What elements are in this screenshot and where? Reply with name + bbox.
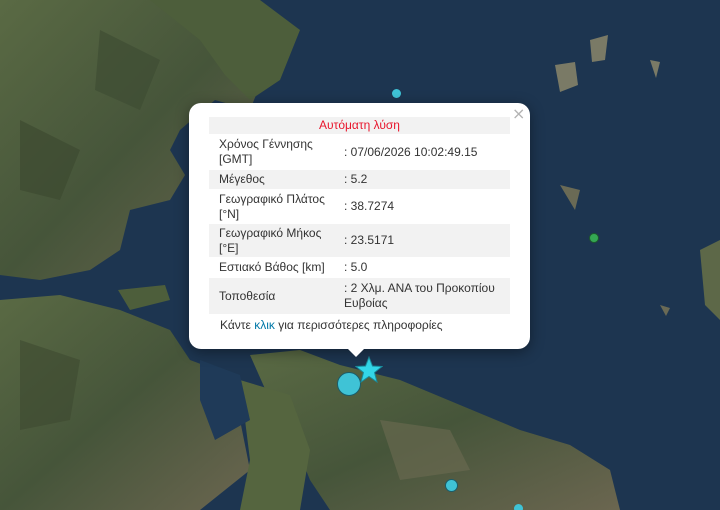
marker-north[interactable] xyxy=(392,89,401,98)
row-depth: Εστιακό Βάθος [km] : 5.0 xyxy=(209,257,510,278)
more-info-link[interactable]: κλικ xyxy=(254,318,275,332)
row-label: Χρόνος Γέννησης [GMT] xyxy=(219,137,313,166)
row-label: Μέγεθος xyxy=(219,172,265,186)
more-info-text: Κάντε κλικ για περισσότερες πληροφορίες xyxy=(220,318,443,332)
row-label: Γεωγραφικό Μήκος [°E] xyxy=(219,225,322,255)
row-value: : 2 Χλμ. ΑΝΑ του Προκοπίου Ευβοίας xyxy=(344,281,495,310)
star-icon[interactable] xyxy=(355,356,383,384)
row-latitude: Γεωγραφικό Πλάτος [°N] : 38.7274 xyxy=(209,189,510,224)
more-prefix: Κάντε xyxy=(220,318,251,332)
popup-tip xyxy=(346,347,366,357)
row-value: : 23.5171 xyxy=(344,233,395,247)
row-value: : 07/06/2026 10:02:49.15 xyxy=(344,144,478,159)
marker-east-green[interactable] xyxy=(589,233,599,243)
row-magnitude: Μέγεθος : 5.2 xyxy=(209,170,510,189)
row-value: : 38.7274 xyxy=(344,199,395,213)
row-longitude: Γεωγραφικό Μήκος [°E] : 23.5171 xyxy=(209,224,510,257)
more-suffix: για περισσότερες πληροφορίες xyxy=(278,318,443,332)
popup-header: Αυτόματη λύση xyxy=(209,117,510,134)
row-value: : 5.0 xyxy=(344,260,368,274)
row-label: Γεωγραφικό Πλάτος [°N] xyxy=(219,191,325,221)
marker-south-1[interactable] xyxy=(445,479,458,492)
row-label: Τοποθεσία xyxy=(219,288,276,303)
row-value: : 5.2 xyxy=(344,172,368,186)
event-info-table: Αυτόματη λύση Χρόνος Γέννησης [GMT] : 07… xyxy=(209,117,510,314)
row-label: Εστιακό Βάθος [km] xyxy=(219,260,325,274)
close-icon[interactable]: × xyxy=(512,106,525,122)
row-location: Τοποθεσία : 2 Χλμ. ΑΝΑ του Προκοπίου Ευβ… xyxy=(209,278,510,314)
marker-south-2[interactable] xyxy=(514,504,523,510)
row-origin-time: Χρόνος Γέννησης [GMT] : 07/06/2026 10:02… xyxy=(209,134,510,170)
map-view[interactable]: × Αυτόματη λύση Χρόνος Γέννησης [GMT] : … xyxy=(0,0,720,510)
